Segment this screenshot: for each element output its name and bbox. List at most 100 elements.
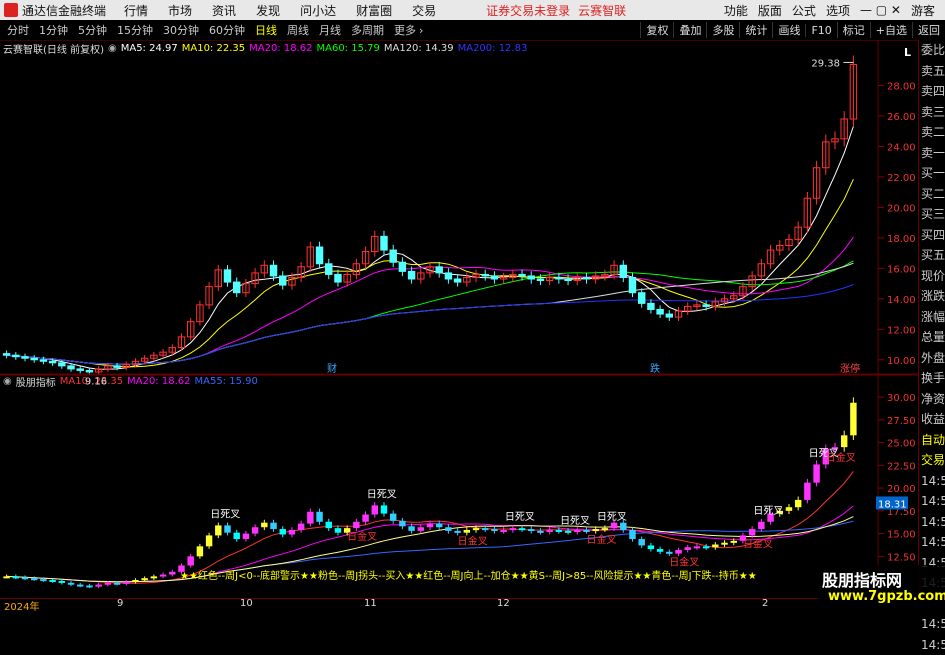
sidebar-item[interactable]: 自动	[919, 430, 945, 451]
multi-stock-button[interactable]: 多股	[706, 22, 739, 38]
sidebar-item[interactable]: 外盘	[919, 348, 945, 369]
candle-body	[40, 360, 46, 362]
period-tab[interactable]: 60分钟	[206, 22, 248, 38]
indicator-bar	[473, 528, 479, 530]
indicator-bar	[482, 528, 488, 530]
sidebar-item[interactable]: 现价	[919, 266, 945, 287]
menu-quotes[interactable]: 行情	[124, 2, 148, 19]
sidebar-item[interactable]: 14:56	[919, 512, 945, 533]
event-marker[interactable]: 跌	[650, 362, 660, 375]
guest-user[interactable]: 游客	[911, 2, 935, 19]
indicator-bar	[841, 435, 847, 447]
sidebar-item[interactable]: 收益	[919, 409, 945, 430]
y-tick-label: 14.00	[887, 295, 916, 306]
menu-market[interactable]: 市场	[168, 2, 192, 19]
indicator-bar	[31, 578, 37, 580]
period-tab[interactable]: 5分钟	[75, 22, 110, 38]
sidebar-item[interactable]: 总量	[919, 327, 945, 348]
menu-function[interactable]: 功能	[724, 2, 748, 19]
indicator-bar	[510, 528, 516, 530]
indicator-bar	[454, 531, 460, 533]
ma120-line	[7, 263, 854, 364]
period-more[interactable]: 更多	[391, 22, 419, 38]
window-controls[interactable]: — ▢ ✕	[860, 3, 901, 17]
period-tab[interactable]: 周线	[284, 22, 312, 38]
candle-body	[316, 247, 322, 264]
candle-body	[381, 236, 387, 250]
sidebar-item[interactable]: 14:56	[919, 532, 945, 553]
overlay-button[interactable]: 叠加	[673, 22, 706, 38]
indicator-bar	[519, 528, 525, 530]
sidebar-item[interactable]: 委比	[919, 40, 945, 61]
menu-news[interactable]: 资讯	[212, 2, 236, 19]
back-button[interactable]: 返回	[912, 22, 945, 38]
ma200-line	[7, 285, 854, 365]
mark-button[interactable]: 标记	[837, 22, 870, 38]
indicator-bar	[40, 579, 46, 581]
login-status-link[interactable]: 证券交易未登录	[486, 2, 570, 19]
period-toolbar: 分时 1分钟 5分钟 15分钟 30分钟 60分钟 日线 周线 月线 多周期 更…	[0, 20, 945, 41]
sidebar-item[interactable]: 14:56	[919, 491, 945, 512]
sidebar-item[interactable]: 买一	[919, 163, 945, 184]
indicator-bar	[160, 575, 166, 577]
sidebar-item[interactable]: 卖二	[919, 122, 945, 143]
stock-name-link[interactable]: 云赛智联	[578, 2, 626, 19]
indicator-bar	[197, 546, 203, 556]
period-tab[interactable]: 1分钟	[36, 22, 71, 38]
sidebar-item[interactable]: 卖五	[919, 61, 945, 82]
sidebar-item[interactable]: 卖一	[919, 143, 945, 164]
indicator-bar	[583, 530, 589, 532]
sidebar-item[interactable]: 卖四	[919, 81, 945, 102]
indicator-bar	[289, 530, 295, 535]
menu-ask[interactable]: 问小达	[300, 2, 336, 19]
indicator-bar	[59, 581, 65, 583]
sidebar-item[interactable]: 买四	[919, 225, 945, 246]
stats-button[interactable]: 统计	[739, 22, 772, 38]
candle-body	[666, 314, 672, 317]
sidebar-item[interactable]: 14:56	[919, 471, 945, 492]
menu-trade[interactable]: 交易	[412, 2, 436, 19]
menu-options[interactable]: 选项	[826, 2, 850, 19]
adjust-button[interactable]: 复权	[640, 22, 673, 38]
indicator-bar	[206, 535, 212, 546]
menu-formula[interactable]: 公式	[792, 2, 816, 19]
period-tab[interactable]: 月线	[316, 22, 344, 38]
draw-line-button[interactable]: 画线	[772, 22, 805, 38]
period-tab[interactable]: 30分钟	[160, 22, 202, 38]
candle-body	[445, 273, 451, 279]
sidebar-item[interactable]: 14:56	[919, 614, 945, 635]
y-tick-label: 22.00	[887, 173, 916, 184]
event-marker[interactable]: 财	[327, 362, 337, 375]
sidebar-item[interactable]: 净资	[919, 389, 945, 410]
sidebar-item[interactable]: 换手	[919, 368, 945, 389]
event-marker[interactable]: 涨停	[840, 362, 860, 375]
period-tab[interactable]: 分时	[4, 22, 32, 38]
golden-cross-label: 日金叉	[826, 451, 856, 464]
candle-body	[49, 361, 55, 363]
sidebar-item[interactable]: 14:56	[919, 635, 945, 655]
candle-body	[280, 276, 286, 285]
chevron-right-icon[interactable]: ›	[419, 24, 423, 37]
add-watchlist-button[interactable]: +自选	[870, 22, 912, 38]
indicator-bar	[95, 585, 101, 587]
chart-canvas[interactable]: 28.0026.0024.0022.0020.0018.0016.0014.00…	[0, 40, 918, 598]
y-tick-label: 27.50	[887, 416, 916, 427]
sidebar-item[interactable]: 买二	[919, 184, 945, 205]
sidebar-item[interactable]: 涨幅	[919, 307, 945, 328]
sidebar-item[interactable]: 交易	[919, 450, 945, 471]
indicator-bar	[638, 539, 644, 545]
menu-discover[interactable]: 发现	[256, 2, 280, 19]
menu-wealth[interactable]: 财富圈	[356, 2, 392, 19]
sidebar-item[interactable]: 买五	[919, 245, 945, 266]
period-tab-daily[interactable]: 日线	[252, 22, 280, 38]
candle-body	[537, 279, 543, 281]
sidebar-item[interactable]: 买三	[919, 204, 945, 225]
f10-button[interactable]: F10	[805, 24, 836, 37]
indicator-bar	[620, 523, 626, 530]
sidebar-item[interactable]: 卖三	[919, 102, 945, 123]
menu-layout[interactable]: 版面	[758, 2, 782, 19]
period-tab[interactable]: 15分钟	[114, 22, 156, 38]
period-tab[interactable]: 多周期	[348, 22, 387, 38]
indicator-bar	[565, 531, 571, 533]
sidebar-item[interactable]: 涨跌	[919, 286, 945, 307]
